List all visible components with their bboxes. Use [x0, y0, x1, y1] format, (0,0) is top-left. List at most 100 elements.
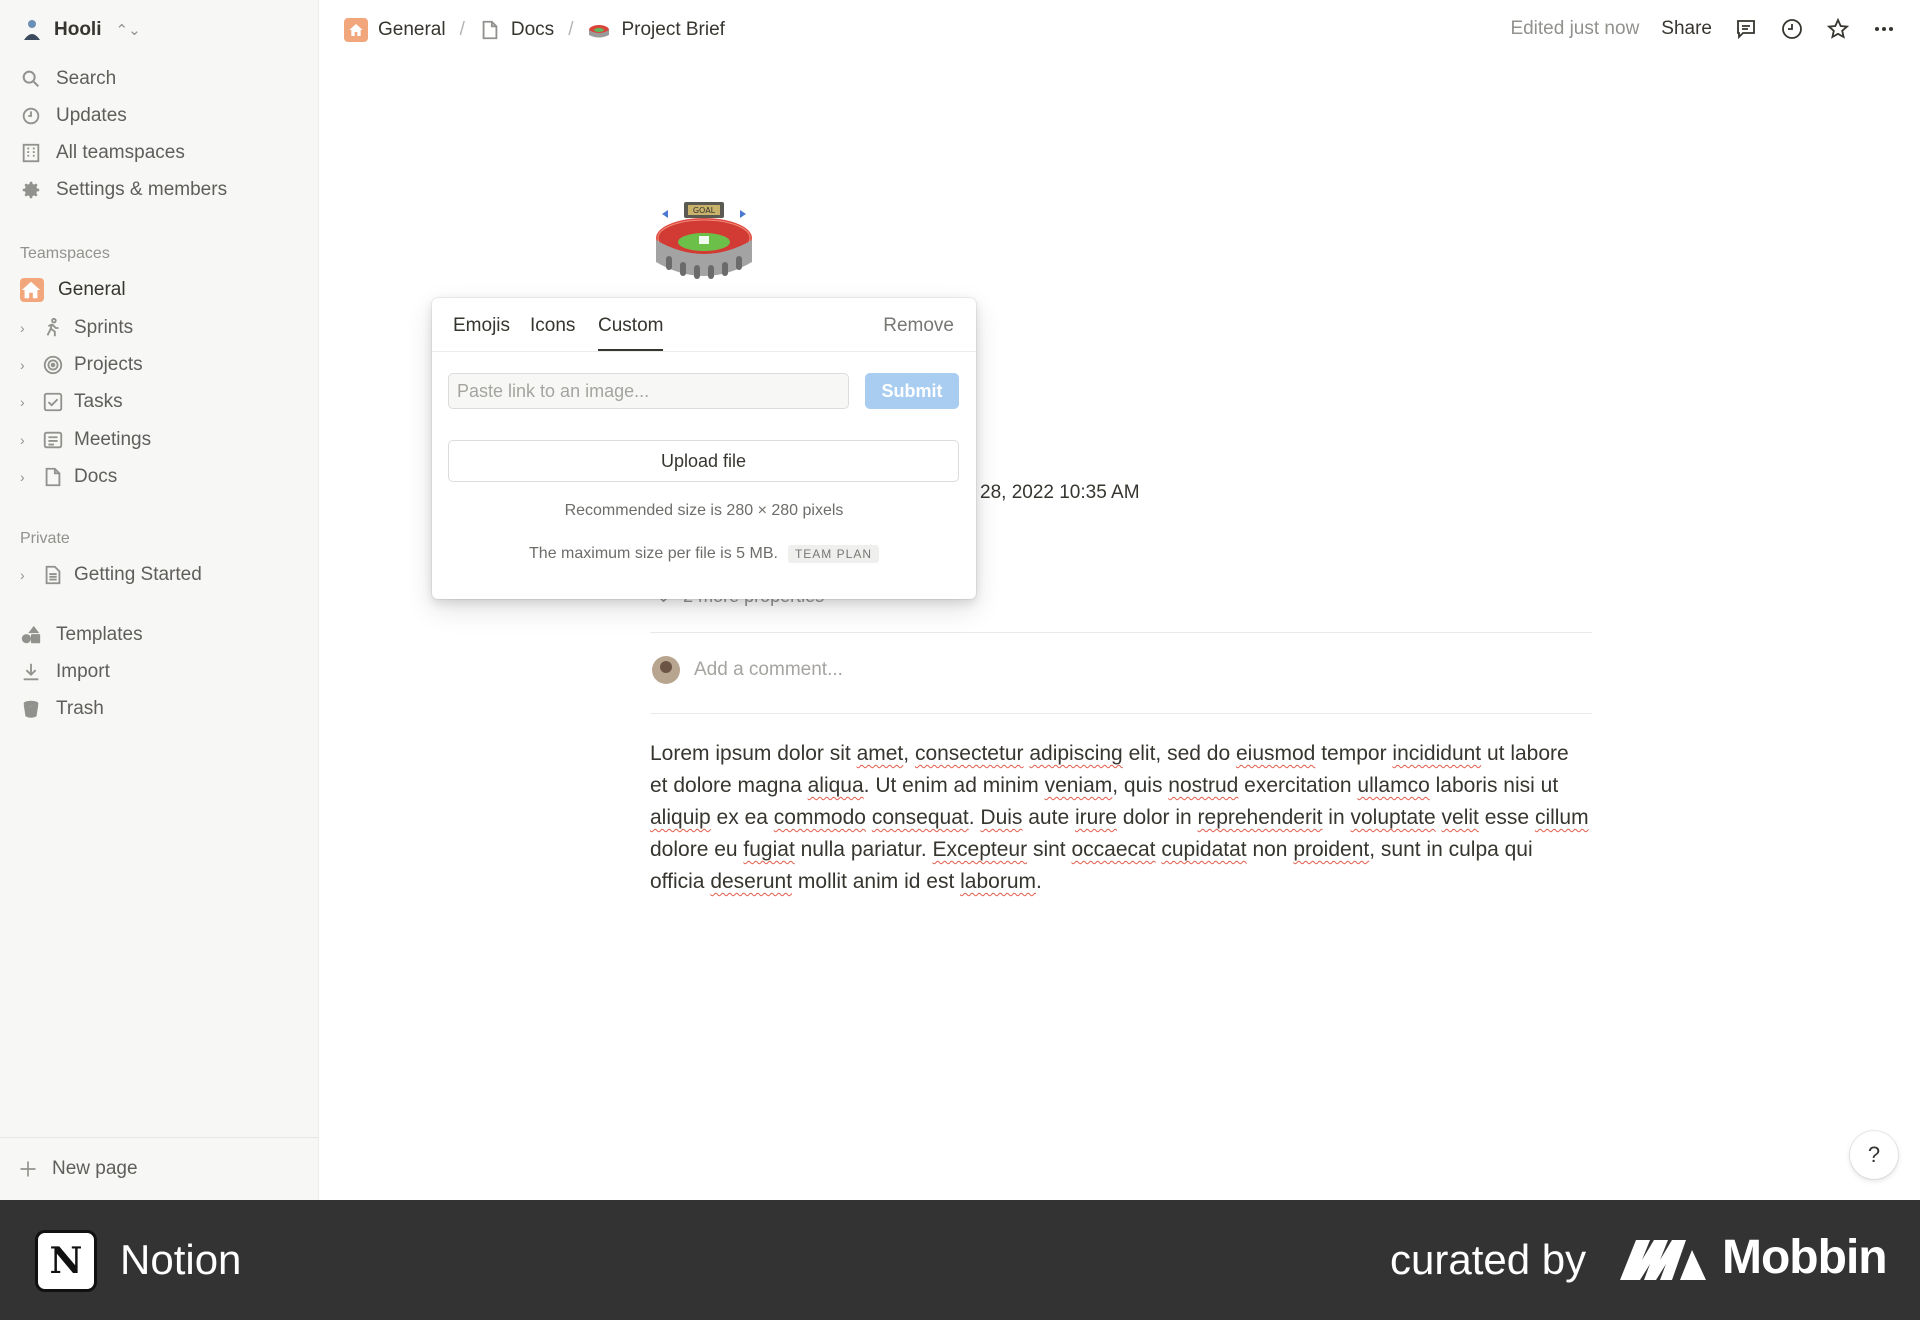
body-text-run: .: [968, 806, 981, 829]
body-text-run: laboris nisi ut: [1429, 774, 1559, 797]
body-text-run: in: [1322, 806, 1351, 829]
body-text-run: mollit anim id est: [792, 870, 961, 893]
teamspaces-heading: Teamspaces: [20, 245, 110, 262]
misspelled-word: Excepteur: [932, 838, 1028, 861]
share-button[interactable]: Share: [1661, 18, 1712, 40]
misspelled-word: ullamco: [1357, 774, 1430, 797]
sidebar-item-templates[interactable]: Templates: [20, 617, 310, 653]
sidebar-item-trash[interactable]: Trash: [20, 691, 310, 727]
stadium-icon: [589, 25, 610, 38]
sidebar-item-label: Templates: [56, 624, 143, 645]
body-text-run: . Ut enim ad minim: [863, 774, 1045, 797]
recommended-size-hint: Recommended size is 280 × 280 pixels: [564, 502, 844, 519]
sidebar-item-all-teamspaces[interactable]: All teamspaces: [20, 135, 310, 171]
mobbin-logo: Mobbin: [1620, 1230, 1888, 1285]
chevron-right-icon[interactable]: ›: [20, 394, 34, 410]
edited-status: Edited just now: [1510, 18, 1640, 39]
page-icon: [45, 467, 61, 487]
chevron-right-icon[interactable]: ›: [20, 567, 34, 583]
sidebar-item-label: Projects: [74, 354, 143, 375]
sidebar-item-label: Docs: [74, 466, 118, 487]
misspelled-word: reprehenderit: [1197, 806, 1323, 829]
misspelled-word: consequat: [871, 806, 969, 829]
misspelled-word: cillum: [1534, 806, 1589, 829]
misspelled-word: laborum: [960, 870, 1036, 893]
breadcrumb-label: Project Brief: [621, 19, 725, 40]
max-size-text: The maximum size per file is 5 MB.: [529, 545, 778, 562]
icon-picker-tabs: Emojis Icons Custom Remove: [432, 298, 976, 352]
sidebar-item-label: Updates: [56, 105, 127, 126]
sidebar-item-settings[interactable]: Settings & members: [20, 172, 310, 208]
sidebar-item-projects[interactable]: › Projects: [20, 347, 310, 383]
comment-icon[interactable]: [1734, 17, 1758, 41]
sidebar-item-label: Import: [56, 661, 110, 682]
workspace-switcher[interactable]: Hooli ⌃⌄: [20, 14, 141, 46]
target-icon: [43, 355, 63, 375]
remove-button[interactable]: Remove: [883, 315, 954, 337]
misspelled-word: adipiscing: [1029, 742, 1123, 765]
sidebar-item-sprints[interactable]: › Sprints: [20, 310, 310, 346]
history-icon[interactable]: [1780, 17, 1804, 41]
breadcrumb-label: Docs: [510, 19, 555, 40]
chevron-right-icon[interactable]: ›: [20, 469, 34, 485]
misspelled-word: voluptate: [1350, 806, 1436, 829]
body-text-run: ,: [903, 742, 915, 765]
help-button[interactable]: ?: [1850, 1131, 1898, 1179]
body-text-run: non: [1246, 838, 1294, 861]
footer-brand: Mobbin: [1722, 1231, 1888, 1284]
sidebar-item-search[interactable]: Search: [20, 61, 310, 97]
breadcrumb-general[interactable]: General: [344, 18, 446, 42]
upload-file-button[interactable]: Upload file: [448, 440, 959, 482]
misspelled-word: nostrud: [1168, 774, 1239, 797]
body-text-run: ex ea: [710, 806, 774, 829]
tab-custom[interactable]: Custom: [598, 315, 664, 351]
footer-banner: N Notion curated by Mobbin: [0, 1200, 1920, 1320]
chevron-right-icon[interactable]: ›: [20, 320, 34, 336]
sidebar-item-updates[interactable]: Updates: [20, 98, 310, 134]
submit-button[interactable]: Submit: [865, 373, 959, 409]
chevron-right-icon[interactable]: ›: [20, 357, 34, 373]
new-page-button[interactable]: New page: [0, 1137, 319, 1200]
page-body-text[interactable]: Lorem ipsum dolor sit amet, consectetur …: [650, 738, 1590, 898]
sidebar-item-docs[interactable]: › Docs: [20, 459, 310, 495]
divider: [650, 713, 1592, 714]
sidebar-item-label: Tasks: [74, 391, 123, 412]
sidebar-item-general[interactable]: General: [20, 272, 310, 308]
misspelled-word: irure: [1074, 806, 1117, 829]
mobbin-logo-icon: [1620, 1239, 1706, 1280]
stadium-icon[interactable]: GOAL: [652, 198, 756, 296]
gear-icon: [22, 181, 40, 199]
plan-badge: TEAM PLAN: [787, 545, 879, 563]
body-text-run: .: [1036, 870, 1042, 893]
search-icon: [22, 70, 40, 88]
tab-emojis[interactable]: Emojis: [453, 315, 510, 337]
sidebar-item-import[interactable]: Import: [20, 654, 310, 690]
plus-icon: [20, 1161, 36, 1177]
divider: [650, 632, 1592, 633]
misspelled-word: eiusmod: [1235, 742, 1316, 765]
image-link-input[interactable]: [448, 373, 849, 409]
tab-icons[interactable]: Icons: [530, 315, 575, 337]
chevron-right-icon[interactable]: ›: [20, 432, 34, 448]
sidebar-item-tasks[interactable]: › Tasks: [20, 384, 310, 420]
sidebar-item-getting-started[interactable]: › Getting Started: [20, 557, 310, 593]
download-icon: [23, 663, 39, 681]
workspace-logo-icon: [24, 20, 40, 40]
trash-icon: [23, 700, 39, 718]
add-comment[interactable]: Add a comment...: [652, 656, 843, 684]
misspelled-word: commodo: [773, 806, 866, 829]
icon-picker-popover: Emojis Icons Custom Remove Submit Upload…: [432, 298, 976, 599]
sidebar-item-label: Settings & members: [56, 179, 228, 200]
workspace-name: Hooli: [54, 19, 102, 40]
sidebar-item-label: Sprints: [74, 317, 134, 338]
property-value[interactable]: 28, 2022 10:35 AM: [980, 482, 1140, 504]
doc-icon: [45, 565, 61, 585]
star-icon[interactable]: [1826, 17, 1850, 41]
breadcrumb-project-brief[interactable]: Project Brief: [587, 18, 725, 42]
misspelled-word: cupidatat: [1161, 838, 1247, 861]
body-text-run: esse: [1478, 806, 1535, 829]
sidebar-item-meetings[interactable]: › Meetings: [20, 422, 310, 458]
footer-curated-by: curated by: [1390, 1236, 1587, 1283]
more-icon[interactable]: [1872, 17, 1896, 41]
breadcrumb-docs[interactable]: Docs: [479, 19, 554, 41]
